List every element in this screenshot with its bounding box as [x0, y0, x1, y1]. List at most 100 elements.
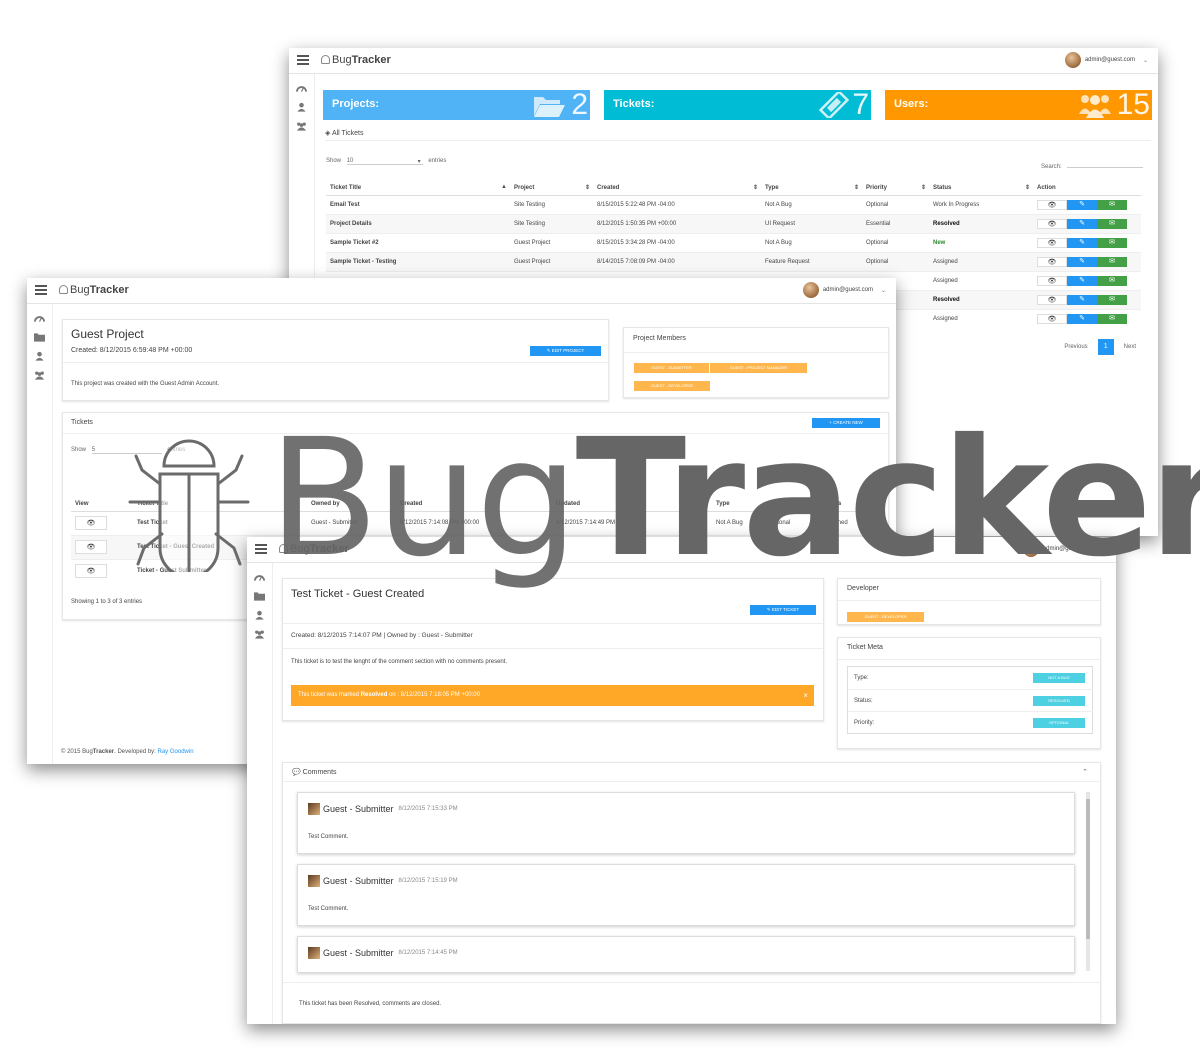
cell-created: 8/14/2015 7:08:09 PM -04:00: [593, 251, 761, 271]
view-icon[interactable]: 👁: [1037, 294, 1067, 305]
brand-logo[interactable]: BugTracker: [59, 284, 129, 296]
meta-row-type: Type: NOT A BUG: [848, 667, 1093, 689]
footer-dev: . Developed by:: [114, 749, 156, 755]
comment-icon[interactable]: ✉: [1097, 237, 1127, 248]
view-icon[interactable]: 👁: [75, 540, 107, 554]
edit-icon[interactable]: ✎: [1067, 256, 1097, 267]
edit-project-label: EDIT PROJECT: [551, 348, 585, 353]
col-priority[interactable]: Priority ⇕: [862, 182, 929, 196]
footer-author-link[interactable]: Ray Goodwin: [158, 749, 194, 755]
col-updated[interactable]: Updated: [552, 498, 712, 512]
folder-icon[interactable]: [253, 591, 266, 601]
cell-created: 8/15/2015 5:22:48 PM -04:00: [593, 194, 761, 214]
users-icon[interactable]: [254, 629, 266, 639]
user-menu[interactable]: admin@guest.com ⌄: [802, 282, 886, 298]
stat-value: 2: [571, 90, 588, 120]
view-icon[interactable]: 👁: [1037, 218, 1067, 229]
entries-select[interactable]: 10 ▾: [346, 158, 423, 165]
edit-project-button[interactable]: ✎ EDIT PROJECT: [530, 346, 601, 356]
close-icon[interactable]: ×: [803, 685, 808, 706]
comments-scrollbar[interactable]: [1086, 792, 1090, 971]
col-created[interactable]: Created ⇕: [593, 182, 761, 196]
col-created[interactable]: Created: [396, 498, 552, 512]
edit-icon[interactable]: ✎: [1067, 313, 1097, 324]
folder-icon[interactable]: [33, 332, 46, 342]
user-email: admin@guest.com: [822, 287, 873, 293]
stat-projects[interactable]: Projects: 2: [323, 90, 590, 120]
col-ticket-title[interactable]: Ticket Title: [133, 498, 307, 512]
divider: [838, 659, 1100, 660]
member-tag[interactable]: GUEST - PROJECT MANAGER: [710, 363, 807, 373]
prev-page-button[interactable]: Previous: [1064, 344, 1087, 350]
menu-icon[interactable]: [35, 285, 47, 295]
entries-value: 10: [346, 158, 354, 164]
user-icon[interactable]: [296, 102, 308, 112]
alert-post: on : 8/12/2015 7:18:05 PM +00:00: [389, 692, 480, 698]
developer-tag[interactable]: GUEST - DEVELOPER: [847, 612, 924, 622]
cell-status: Assigned: [819, 510, 881, 535]
divider: [283, 982, 1100, 983]
comment-icon[interactable]: ✉: [1097, 294, 1127, 305]
type-badge: NOT A BUG: [1033, 673, 1085, 683]
member-tag[interactable]: GUEST - SUBMITTER: [634, 363, 709, 373]
cell-priority: Optional: [862, 251, 929, 271]
comment-icon[interactable]: ✉: [1097, 199, 1127, 210]
col-project[interactable]: Project ⇕: [510, 182, 593, 196]
comment-icon[interactable]: ✉: [1097, 313, 1127, 324]
edit-icon[interactable]: ✎: [1067, 294, 1097, 305]
pagination: Previous 1 Next: [1064, 339, 1136, 355]
view-icon[interactable]: 👁: [1037, 313, 1067, 324]
stat-tickets[interactable]: Tickets: 7: [604, 90, 871, 120]
sort-asc-icon: ▲: [501, 184, 507, 190]
user-icon[interactable]: [34, 351, 46, 361]
sidebar: [27, 304, 53, 764]
view-icon[interactable]: 👁: [75, 564, 107, 579]
menu-icon[interactable]: [297, 55, 309, 65]
view-icon[interactable]: 👁: [1037, 275, 1067, 286]
view-icon[interactable]: 👁: [75, 516, 107, 530]
col-status[interactable]: Status: [819, 498, 881, 512]
edit-icon[interactable]: ✎: [1067, 237, 1097, 248]
users-icon[interactable]: [296, 121, 308, 131]
col-status[interactable]: Status ⇕: [929, 182, 1033, 196]
comment-icon[interactable]: ✉: [1097, 256, 1127, 267]
stat-users[interactable]: Users: 15: [885, 90, 1152, 120]
brand-logo[interactable]: BugTracker: [321, 54, 391, 66]
edit-ticket-button[interactable]: ✎ EDIT TICKET: [750, 605, 816, 615]
table-row: Project Details Site Testing 8/12/2015 1…: [326, 213, 1141, 233]
dashboard-icon[interactable]: [253, 572, 266, 582]
col-action: Action: [1033, 182, 1141, 196]
view-icon[interactable]: 👁: [1037, 237, 1067, 248]
edit-icon[interactable]: ✎: [1067, 218, 1097, 229]
table-row: 👁 Test Ticket Guest - Submitter 8/12/201…: [71, 510, 881, 535]
page-1-button[interactable]: 1: [1097, 339, 1114, 355]
entries-select[interactable]: 5: [91, 447, 162, 454]
user-icon[interactable]: [254, 610, 266, 620]
user-menu[interactable]: admin@guest.com ⌄: [1022, 541, 1106, 557]
col-type[interactable]: Type ⇕: [761, 182, 862, 196]
col-priority[interactable]: Priority: [764, 498, 819, 512]
next-page-button[interactable]: Next: [1124, 344, 1136, 350]
entries-value: 5: [91, 447, 96, 453]
comment-icon[interactable]: ✉: [1097, 218, 1127, 229]
edit-icon[interactable]: ✎: [1067, 275, 1097, 286]
cell-created: 8/15/2015 3:34:28 PM -04:00: [593, 232, 761, 252]
search-input[interactable]: [1067, 158, 1144, 168]
dashboard-icon[interactable]: [295, 83, 308, 93]
menu-icon[interactable]: [255, 544, 267, 554]
col-owned-by[interactable]: Owned by: [307, 498, 396, 512]
member-tag[interactable]: GUEST - DEVELOPER: [634, 381, 710, 391]
view-icon[interactable]: 👁: [1037, 256, 1067, 267]
edit-icon[interactable]: ✎: [1067, 199, 1097, 210]
brand-logo[interactable]: BugTracker: [279, 543, 349, 555]
dashboard-icon[interactable]: [33, 313, 46, 323]
user-menu[interactable]: admin@guest.com ⌄: [1064, 52, 1148, 68]
users-icon[interactable]: [34, 370, 46, 380]
comment-icon[interactable]: ✉: [1097, 275, 1127, 286]
view-icon[interactable]: 👁: [1037, 199, 1067, 210]
col-label: Ticket Title: [330, 185, 362, 192]
col-type[interactable]: Type: [712, 498, 764, 512]
chevron-up-icon[interactable]: ⌃: [1082, 768, 1088, 776]
col-ticket-title[interactable]: Ticket Title ▲: [326, 182, 510, 196]
create-ticket-button[interactable]: + CREATE NEW: [812, 418, 880, 428]
